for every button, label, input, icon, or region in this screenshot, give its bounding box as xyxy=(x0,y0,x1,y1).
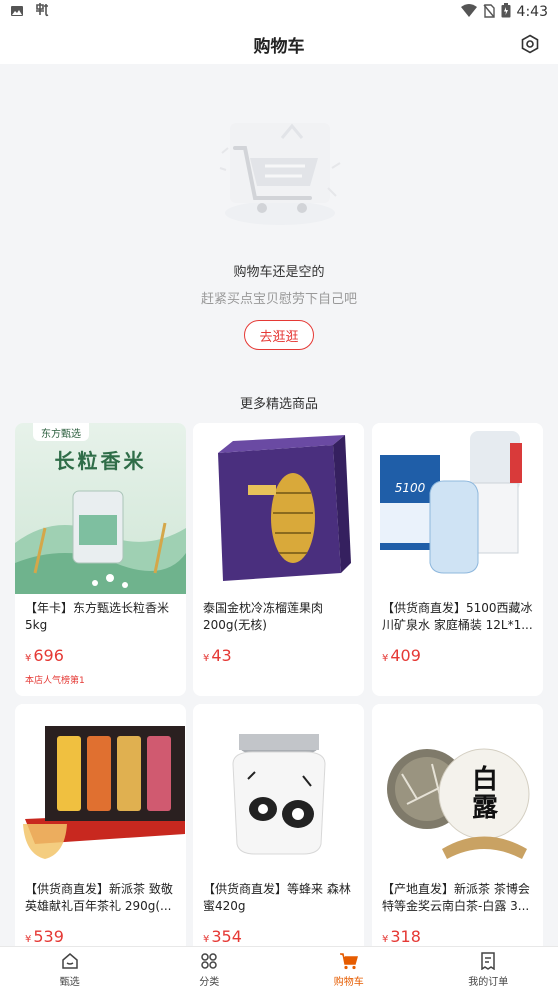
product-image-white-tea: 白露 xyxy=(372,704,543,875)
category-icon xyxy=(201,952,217,969)
product-price: ¥ 354 xyxy=(193,917,364,946)
empty-cart-title: 购物车还是空的 xyxy=(233,265,325,280)
nav-label: 我的订单 xyxy=(468,976,509,988)
product-name: 泰国金枕冷冻榴莲果肉200g(无核) xyxy=(203,601,324,632)
product-image-honey xyxy=(193,704,364,875)
go-shopping-button[interactable]: 去逛逛 xyxy=(244,320,314,350)
settings-button[interactable] xyxy=(518,32,542,56)
bottom-nav: 甄选 分类 购物车 我的订单 xyxy=(0,946,558,992)
product-image-label: 5100 xyxy=(394,481,426,495)
product-price: ¥ 696 xyxy=(15,636,186,665)
nav-label: 购物车 xyxy=(333,976,364,988)
wifi-icon xyxy=(460,3,477,22)
nav-label: 甄选 xyxy=(59,976,80,988)
product-name: 【供货商直发】新派茶 致敬英雄献礼百年茶礼 290g(... xyxy=(25,882,173,913)
product-card[interactable]: 【供货商直发】等蜂来 森林蜜420g ¥ 354 xyxy=(193,704,364,954)
currency-symbol: ¥ xyxy=(382,934,389,945)
no-sim-icon xyxy=(483,3,495,22)
currency-symbol: ¥ xyxy=(25,653,32,664)
page-title: 购物车 xyxy=(253,36,305,57)
price-value: 696 xyxy=(33,646,64,665)
header: 购物车 xyxy=(0,24,558,64)
cart-icon xyxy=(339,952,358,969)
empty-cart-illustration xyxy=(210,108,350,233)
product-card[interactable]: 【供货商直发】新派茶 致敬英雄献礼百年茶礼 290g(... ¥ 539 xyxy=(15,704,186,954)
price-value: 409 xyxy=(390,646,421,665)
orders-icon xyxy=(481,951,495,970)
nav-label: 分类 xyxy=(199,976,220,988)
price-value: 318 xyxy=(390,927,421,946)
currency-symbol: ¥ xyxy=(25,934,32,945)
app-notification-icon xyxy=(34,2,50,22)
product-rank-tag: 本店人气榜第1 xyxy=(25,676,85,686)
empty-cart-subtitle: 赶紧买点宝贝慰劳下自己吧 xyxy=(200,292,357,307)
currency-symbol: ¥ xyxy=(203,934,210,945)
product-price: ¥ 318 xyxy=(372,917,543,946)
product-card[interactable]: 东方甄选 长粒香米 【年卡】东方甄选长粒香米5kg ¥ 696 本店人气榜第1 xyxy=(15,423,186,696)
product-name: 【供货商直发】等蜂来 森林蜜420g xyxy=(203,882,351,913)
product-price: ¥ 43 xyxy=(193,636,364,665)
product-price: ¥ 409 xyxy=(372,636,543,665)
product-name: 【产地直发】新派茶 茶博会特等金奖云南白茶-白露 3... xyxy=(382,882,530,913)
product-image-tea-gift xyxy=(15,704,186,875)
product-card[interactable]: 白露 【产地直发】新派茶 茶博会特等金奖云南白茶-白露 3... ¥ 318 xyxy=(372,704,543,954)
currency-symbol: ¥ xyxy=(382,653,389,664)
price-value: 43 xyxy=(211,646,232,665)
product-image-water: 5100 xyxy=(372,423,543,594)
recommended-section-title: 更多精选商品 xyxy=(239,397,318,412)
home-icon xyxy=(62,952,78,969)
product-name: 【供货商直发】5100西藏冰川矿泉水 家庭桶装 12L*1... xyxy=(382,601,533,632)
nav-item-orders[interactable]: 我的订单 xyxy=(419,947,558,992)
battery-icon xyxy=(501,2,511,22)
hexagon-settings-icon xyxy=(521,34,539,54)
status-time: 4:43 xyxy=(516,4,548,20)
product-image-durian xyxy=(193,423,364,594)
nav-item-home[interactable]: 甄选 xyxy=(0,947,140,992)
product-image-rice: 东方甄选 长粒香米 xyxy=(15,423,186,594)
product-card[interactable]: 泰国金枕冷冻榴莲果肉200g(无核) ¥ 43 xyxy=(193,423,364,696)
price-value: 539 xyxy=(33,927,64,946)
product-name: 【年卡】东方甄选长粒香米5kg xyxy=(25,601,170,632)
gallery-notification-icon xyxy=(10,3,24,22)
status-bar: 4:43 xyxy=(0,0,558,24)
nav-item-category[interactable]: 分类 xyxy=(140,947,280,992)
nav-item-cart[interactable]: 购物车 xyxy=(279,947,419,992)
product-image-label: 白露 xyxy=(471,765,498,823)
product-card[interactable]: 5100 【供货商直发】5100西藏冰川矿泉水 家庭桶装 12L*1... ¥ … xyxy=(372,423,543,696)
product-price: ¥ 539 xyxy=(15,917,186,946)
price-value: 354 xyxy=(211,927,242,946)
currency-symbol: ¥ xyxy=(203,653,210,664)
